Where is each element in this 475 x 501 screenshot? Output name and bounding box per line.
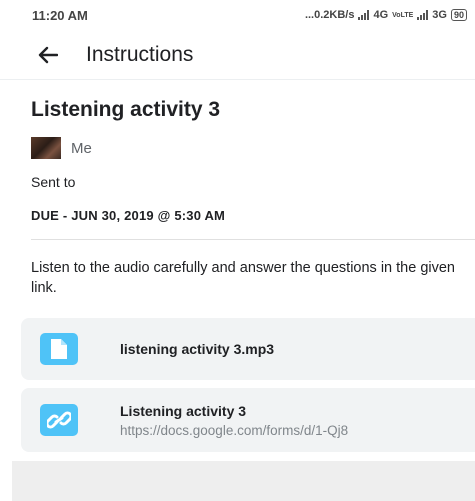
file-icon (40, 333, 78, 365)
back-arrow-icon (38, 46, 58, 63)
status-time: 11:20 AM (32, 7, 88, 23)
author-name: Me (71, 139, 92, 157)
status-indicators: ...0.2KB/s 4G VoLTE 3G 90 (305, 9, 467, 21)
comment-area[interactable] (12, 461, 475, 501)
attachment-text: Listening activity 3 https://docs.google… (120, 403, 348, 438)
post-title: Listening activity 3 (31, 98, 221, 121)
attachment-link[interactable]: Listening activity 3 https://docs.google… (21, 388, 475, 452)
attachment-audio-file[interactable]: listening activity 3.mp3 (21, 318, 475, 380)
signal-bars-icon (358, 10, 370, 20)
network-speed: ...0.2KB/s (304, 9, 355, 21)
app-bar: Instructions (0, 30, 475, 80)
back-button[interactable] (36, 43, 60, 67)
network-type-2: 3G (432, 9, 447, 21)
due-date: DUE - JUN 30, 2019 @ 5:30 AM (31, 208, 226, 223)
divider (31, 239, 475, 240)
attachment-title: listening activity 3.mp3 (120, 341, 275, 357)
signal-bars-icon (417, 10, 429, 20)
post-content: Listening activity 3 Me Sent to DUE - JU… (31, 80, 475, 298)
attachment-title: Listening activity 3 (120, 402, 247, 419)
attachment-url: https://docs.google.com/forms/d/1-Qj8 (120, 422, 349, 438)
sent-to-label[interactable]: Sent to (31, 174, 475, 190)
battery-icon: 90 (450, 9, 467, 21)
status-bar: 11:20 AM ...0.2KB/s 4G VoLTE 3G 90 (0, 0, 475, 30)
network-type-1: 4G (373, 9, 389, 21)
avatar (31, 137, 61, 159)
author-row: Me (31, 137, 475, 159)
attachment-text: listening activity 3.mp3 (120, 341, 274, 357)
post-description: Listen to the audio carefully and answer… (31, 260, 455, 296)
link-icon (40, 404, 78, 436)
page-title: Instructions (86, 42, 194, 66)
volte-indicator: VoLTE (392, 11, 414, 19)
